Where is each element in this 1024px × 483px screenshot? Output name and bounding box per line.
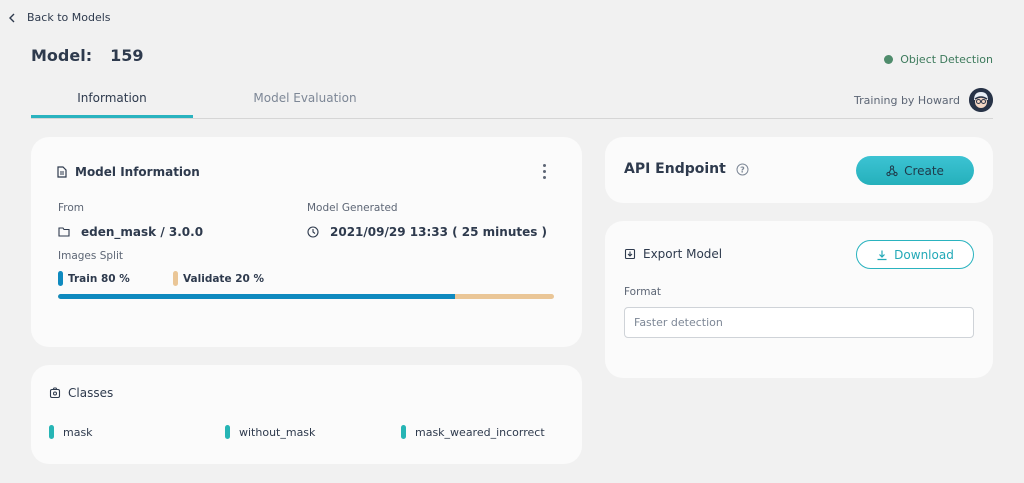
train-marker xyxy=(58,271,63,286)
clock-icon xyxy=(307,226,319,238)
model-label: Model: xyxy=(31,46,93,65)
class-item: without_mask xyxy=(225,425,315,439)
export-icon xyxy=(624,248,636,260)
tab-model-evaluation[interactable]: Model Evaluation xyxy=(224,86,386,118)
api-endpoint-title: API Endpoint xyxy=(624,161,726,177)
create-label: Create xyxy=(904,163,944,178)
download-button[interactable]: Download xyxy=(856,240,974,269)
class-item: mask xyxy=(49,425,93,439)
trainer-info: Training by Howard xyxy=(854,88,993,112)
model-id: 159 xyxy=(110,46,144,65)
tab-bar: Information Model Evaluation xyxy=(31,86,993,119)
validate-marker xyxy=(173,271,178,286)
back-label: Back to Models xyxy=(27,11,111,24)
api-endpoint-header: API Endpoint ? xyxy=(624,161,749,177)
tag-icon xyxy=(49,387,61,399)
images-split-label: Images Split xyxy=(58,250,123,262)
class-label: without_mask xyxy=(239,425,316,439)
classes-card: Classes mask without_mask mask_weared_in… xyxy=(31,365,582,464)
model-information-title: Model Information xyxy=(75,165,200,179)
status-dot xyxy=(884,55,894,64)
back-to-models-link[interactable]: Back to Models xyxy=(8,11,111,24)
format-label: Format xyxy=(624,286,662,298)
train-split: Train 80 % xyxy=(58,271,130,286)
class-marker xyxy=(225,425,230,439)
from-value: eden_mask / 3.0.0 xyxy=(58,225,203,239)
generated-value: 2021/09/29 13:33 ( 25 minutes ) xyxy=(307,225,547,239)
trainer-label: Training by Howard xyxy=(854,93,960,107)
export-model-card: Export Model Download Format xyxy=(605,221,993,378)
folder-icon xyxy=(58,227,70,237)
generated-value-text: 2021/09/29 13:33 ( 25 minutes ) xyxy=(330,225,548,239)
avatar[interactable] xyxy=(969,88,993,112)
validate-label: Validate 20 % xyxy=(183,272,265,285)
tab-information[interactable]: Information xyxy=(31,86,193,118)
model-type-label: Object Detection xyxy=(900,53,993,66)
more-options-icon[interactable] xyxy=(543,164,546,179)
export-model-title: Export Model xyxy=(643,247,723,261)
validate-split: Validate 20 % xyxy=(173,271,264,286)
class-label: mask_weared_incorrect xyxy=(415,425,545,439)
from-label: From xyxy=(58,202,85,214)
create-button[interactable]: Create xyxy=(856,156,974,185)
from-value-text: eden_mask / 3.0.0 xyxy=(81,225,204,239)
model-type-badge: Object Detection xyxy=(884,53,993,66)
generated-label: Model Generated xyxy=(307,202,398,214)
train-bar-fill xyxy=(58,294,455,299)
help-icon[interactable]: ? xyxy=(736,163,749,176)
classes-header: Classes xyxy=(49,386,113,400)
download-icon xyxy=(877,250,887,260)
model-information-header: Model Information xyxy=(56,165,200,179)
class-label: mask xyxy=(63,425,93,439)
model-information-card: Model Information From eden_mask / 3.0.0… xyxy=(31,137,582,347)
share-icon xyxy=(886,164,898,176)
page-title: Model: 159 xyxy=(31,46,144,65)
document-icon xyxy=(57,166,67,178)
class-marker xyxy=(401,425,406,439)
classes-title: Classes xyxy=(68,386,114,400)
svg-text:?: ? xyxy=(740,165,745,174)
export-model-header: Export Model xyxy=(624,247,722,261)
api-endpoint-card: API Endpoint ? Create xyxy=(605,137,993,203)
train-label: Train 80 % xyxy=(68,272,130,285)
download-label: Download xyxy=(894,247,954,262)
class-item: mask_weared_incorrect xyxy=(401,425,545,439)
images-split-bar xyxy=(58,294,554,299)
format-field[interactable] xyxy=(624,307,974,338)
chevron-left-icon xyxy=(9,13,15,22)
class-marker xyxy=(49,425,54,439)
